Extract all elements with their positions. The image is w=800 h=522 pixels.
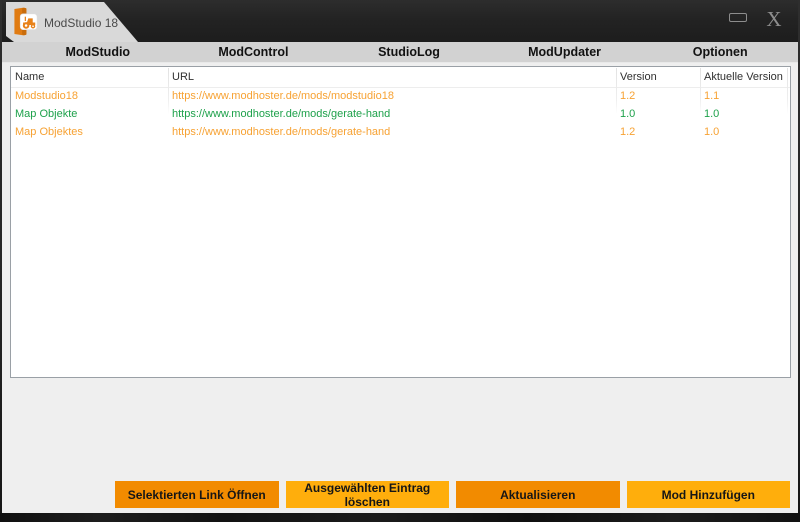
app-logo-icon <box>14 7 38 36</box>
menu-item-modstudio[interactable]: ModStudio <box>20 45 176 59</box>
cell-aktuelle-version: 1.0 <box>704 108 720 120</box>
table-row[interactable]: Map Objektes https://www.modhoster.de/mo… <box>11 123 790 141</box>
menu-item-modupdater[interactable]: ModUpdater <box>487 45 643 59</box>
window-title: ModStudio 18 <box>44 16 119 30</box>
cell-name: Map Objekte <box>15 108 78 120</box>
cell-name: Modstudio18 <box>15 90 78 102</box>
table-header: Name URL Version Aktuelle Version <box>11 67 790 88</box>
action-button-row: Selektierten Link Öffnen Ausgewählten Ei… <box>115 481 790 509</box>
title-bar: ModStudio 18 X <box>2 0 798 42</box>
cell-name: Map Objektes <box>15 126 83 138</box>
app-window: ModStudio 18 X ModStudio ModControl Stud… <box>2 0 798 513</box>
column-header-aktuelle-version[interactable]: Aktuelle Version <box>704 67 783 87</box>
cell-url: https://www.modhoster.de/mods/gerate-han… <box>172 126 391 138</box>
main-content: Name URL Version Aktuelle Version Modstu… <box>2 63 798 513</box>
mod-list-table: Name URL Version Aktuelle Version Modstu… <box>10 66 791 378</box>
column-header-name[interactable]: Name <box>15 67 44 87</box>
add-mod-button[interactable]: Mod Hinzufügen <box>626 481 790 508</box>
cell-version: 1.0 <box>620 108 636 120</box>
table-row[interactable]: Modstudio18 https://www.modhoster.de/mod… <box>11 87 790 105</box>
cell-url: https://www.modhoster.de/mods/modstudio1… <box>172 90 394 102</box>
cell-aktuelle-version: 1.1 <box>704 90 720 102</box>
open-selected-link-button[interactable]: Selektierten Link Öffnen <box>115 481 279 508</box>
cell-aktuelle-version: 1.0 <box>704 126 720 138</box>
cell-url: https://www.modhoster.de/mods/gerate-han… <box>172 108 391 120</box>
menu-item-studiolog[interactable]: StudioLog <box>331 45 487 59</box>
desktop-background-strip <box>0 513 800 522</box>
menu-bar: ModStudio ModControl StudioLog ModUpdate… <box>2 42 798 63</box>
column-header-url[interactable]: URL <box>172 67 194 87</box>
table-row[interactable]: Map Objekte https://www.modhoster.de/mod… <box>11 105 790 123</box>
cell-version: 1.2 <box>620 90 636 102</box>
minimize-button[interactable] <box>729 13 747 22</box>
cell-version: 1.2 <box>620 126 636 138</box>
title-tab: ModStudio 18 <box>6 2 138 42</box>
menu-item-modcontrol[interactable]: ModControl <box>176 45 332 59</box>
refresh-button[interactable]: Aktualisieren <box>456 481 620 508</box>
close-button[interactable]: X <box>763 6 785 32</box>
menu-item-optionen[interactable]: Optionen <box>642 45 798 59</box>
column-header-version[interactable]: Version <box>620 67 657 87</box>
delete-selected-entry-button[interactable]: Ausgewählten Eintrag löschen <box>285 481 449 509</box>
